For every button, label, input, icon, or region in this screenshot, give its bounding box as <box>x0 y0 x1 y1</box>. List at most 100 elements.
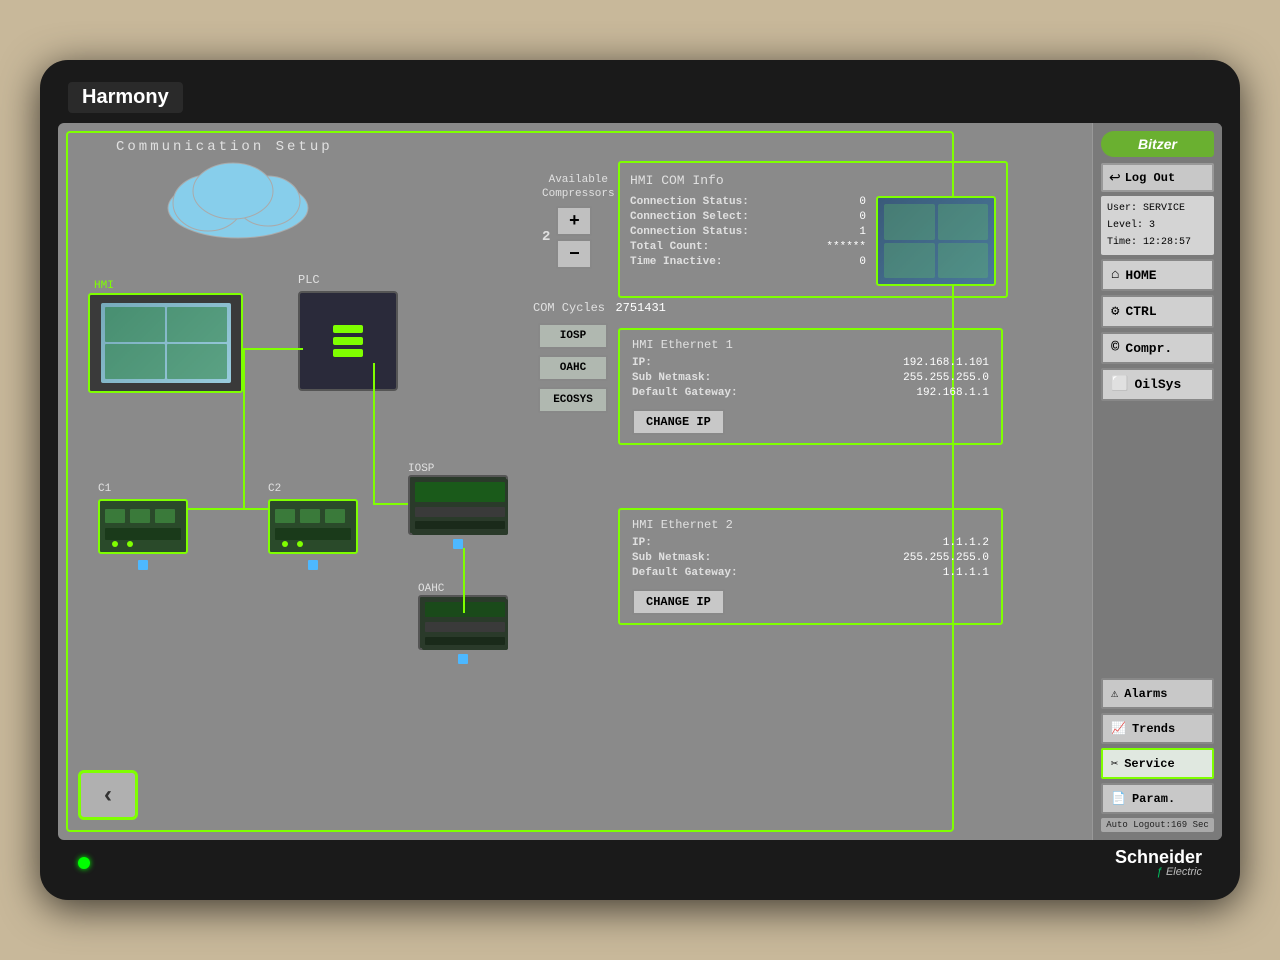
hmi-cell <box>167 307 227 342</box>
logout-label: Log Out <box>1125 171 1175 185</box>
hmi-device-box: HMI <box>88 293 243 393</box>
conn-status2-row: Connection Status: 1 <box>630 226 866 238</box>
oilsys-button[interactable]: ⬜ OilSys <box>1101 368 1214 401</box>
trends-button[interactable]: 📈 Trends <box>1101 713 1214 744</box>
c2-conn <box>308 560 318 570</box>
plc-ports <box>333 325 363 357</box>
eth1-gateway-label: Default Gateway: <box>632 387 738 399</box>
service-button[interactable]: ✂ Service <box>1101 748 1214 779</box>
hmi-com-body: Connection Status: 0 Connection Select: … <box>630 196 996 286</box>
c1-conn <box>138 560 148 570</box>
compr-icon: © <box>1111 340 1119 356</box>
schneider-logo: Schneider ƒ Electric <box>1115 848 1202 878</box>
eth2-subnet-value: 255.255.255.0 <box>903 552 989 564</box>
time-label: Time: <box>1107 237 1137 248</box>
hmi-thumb-inner <box>878 198 994 284</box>
avail-comp-value: 2 <box>542 229 550 245</box>
time-inactive-row: Time Inactive: 0 <box>630 256 866 268</box>
eth2-gateway-row: Default Gateway: 1.1.1.1 <box>632 567 989 579</box>
right-sidebar: Bitzer ↩ Log Out User: SERVICE Level: 3 … <box>1092 123 1222 840</box>
cloud-icon <box>148 153 328 243</box>
ctrl-button[interactable]: ⚙ CTRL <box>1101 295 1214 328</box>
iosp-device <box>408 475 508 535</box>
eth1-panel: HMI Ethernet 1 IP: 192.168.1.101 Sub Net… <box>618 328 1003 445</box>
conn-select-row: Connection Select: 0 <box>630 211 866 223</box>
minus-button[interactable]: − <box>556 239 592 269</box>
eth1-ip-label: IP: <box>632 357 652 369</box>
conn-status-row: Connection Status: 0 <box>630 196 866 208</box>
compressors-row: C1 <box>98 483 358 570</box>
compr-button[interactable]: © Compr. <box>1101 332 1214 364</box>
harmony-label: Harmony <box>68 82 183 113</box>
change-ip-2-button[interactable]: CHANGE IP <box>632 589 725 615</box>
com-cycles-value: 2751431 <box>615 301 665 315</box>
eth2-ip-label: IP: <box>632 537 652 549</box>
eth1-ip-row: IP: 192.168.1.101 <box>632 357 989 369</box>
hmi-com-info-list: Connection Status: 0 Connection Select: … <box>630 196 866 286</box>
service-icon: ✂ <box>1111 756 1118 771</box>
top-bar: Harmony <box>58 78 1222 123</box>
user-info: User: SERVICE Level: 3 Time: 12:28:57 <box>1101 196 1214 255</box>
alarms-icon: ⚠ <box>1111 686 1118 701</box>
eth1-title: HMI Ethernet 1 <box>632 338 989 352</box>
alarms-button[interactable]: ⚠ Alarms <box>1101 678 1214 709</box>
home-icon: ⌂ <box>1111 267 1119 283</box>
eth2-subnet-row: Sub Netmask: 255.255.255.0 <box>632 552 989 564</box>
change-ip-1-button[interactable]: CHANGE IP <box>632 409 725 435</box>
param-icon: 📄 <box>1111 791 1126 806</box>
network-diagram: HMI PLC <box>68 153 528 733</box>
plus-button[interactable]: + <box>556 206 592 236</box>
eth1-subnet-value: 255.255.255.0 <box>903 372 989 384</box>
sidebar-spacer <box>1101 405 1214 674</box>
c1-connectors <box>138 560 148 570</box>
hmi-com-title: HMI COM Info <box>630 173 996 188</box>
c2-device <box>268 499 358 554</box>
device-bottom: Schneider ƒ Electric <box>58 840 1222 882</box>
hmi-thumbnail <box>876 196 996 286</box>
logout-button[interactable]: ↩ Log Out <box>1101 163 1214 192</box>
hmi-cell <box>105 344 165 379</box>
screen-area: Communication Setup HMI <box>58 123 1222 840</box>
compressor-c2: C2 <box>268 483 358 570</box>
com-cycles-section: COM Cycles 2751431 <box>533 298 666 316</box>
avail-comp-title: AvailableCompressors <box>542 173 615 202</box>
plc-port <box>333 337 363 345</box>
iosp-button[interactable]: IOSP <box>538 323 608 349</box>
auto-logout: Auto Logout:169 Sec <box>1101 818 1214 832</box>
compressor-c1: C1 <box>98 483 188 570</box>
home-button[interactable]: ⌂ HOME <box>1101 259 1214 291</box>
total-count-row: Total Count: ****** <box>630 241 866 253</box>
level-label: Level: <box>1107 220 1143 231</box>
plc-port <box>333 325 363 333</box>
oahc-button[interactable]: OAHC <box>538 355 608 381</box>
plc-device <box>298 291 398 391</box>
avail-comp-section: AvailableCompressors 2 + − <box>542 173 615 269</box>
hmi-cell <box>167 344 227 379</box>
plc-device-box: PLC <box>298 273 428 403</box>
com-buttons: IOSP OAHC ECOSYS <box>538 323 608 413</box>
wire-plc-iosp-v <box>373 363 375 503</box>
thumb-cell <box>884 204 935 240</box>
oilsys-icon: ⬜ <box>1111 376 1128 393</box>
schneider-name: Schneider <box>1115 848 1202 866</box>
com-cycles-label: COM Cycles <box>533 301 605 315</box>
thumb-cell <box>938 243 989 279</box>
eth2-ip-value: 1.1.1.2 <box>943 537 989 549</box>
main-content: Communication Setup HMI <box>58 123 1092 840</box>
eth1-ip-value: 192.168.1.101 <box>903 357 989 369</box>
eth2-title: HMI Ethernet 2 <box>632 518 989 532</box>
iosp-device-box: IOSP <box>408 463 508 549</box>
param-button[interactable]: 📄 Param. <box>1101 783 1214 814</box>
user-value: SERVICE <box>1143 203 1185 214</box>
c2-connectors <box>308 560 318 570</box>
eth2-gateway-label: Default Gateway: <box>632 567 738 579</box>
eth2-subnet-label: Sub Netmask: <box>632 552 711 564</box>
hmi-cell <box>105 307 165 342</box>
back-button[interactable]: ‹ <box>78 770 138 820</box>
ecosys-button[interactable]: ECOSYS <box>538 387 608 413</box>
ctrl-icon: ⚙ <box>1111 303 1119 320</box>
electric-label: ƒ Electric <box>1115 866 1202 878</box>
device-frame: Harmony Communication Setup <box>40 60 1240 900</box>
eth1-gateway-value: 192.168.1.1 <box>916 387 989 399</box>
hmi-screen <box>101 303 231 383</box>
